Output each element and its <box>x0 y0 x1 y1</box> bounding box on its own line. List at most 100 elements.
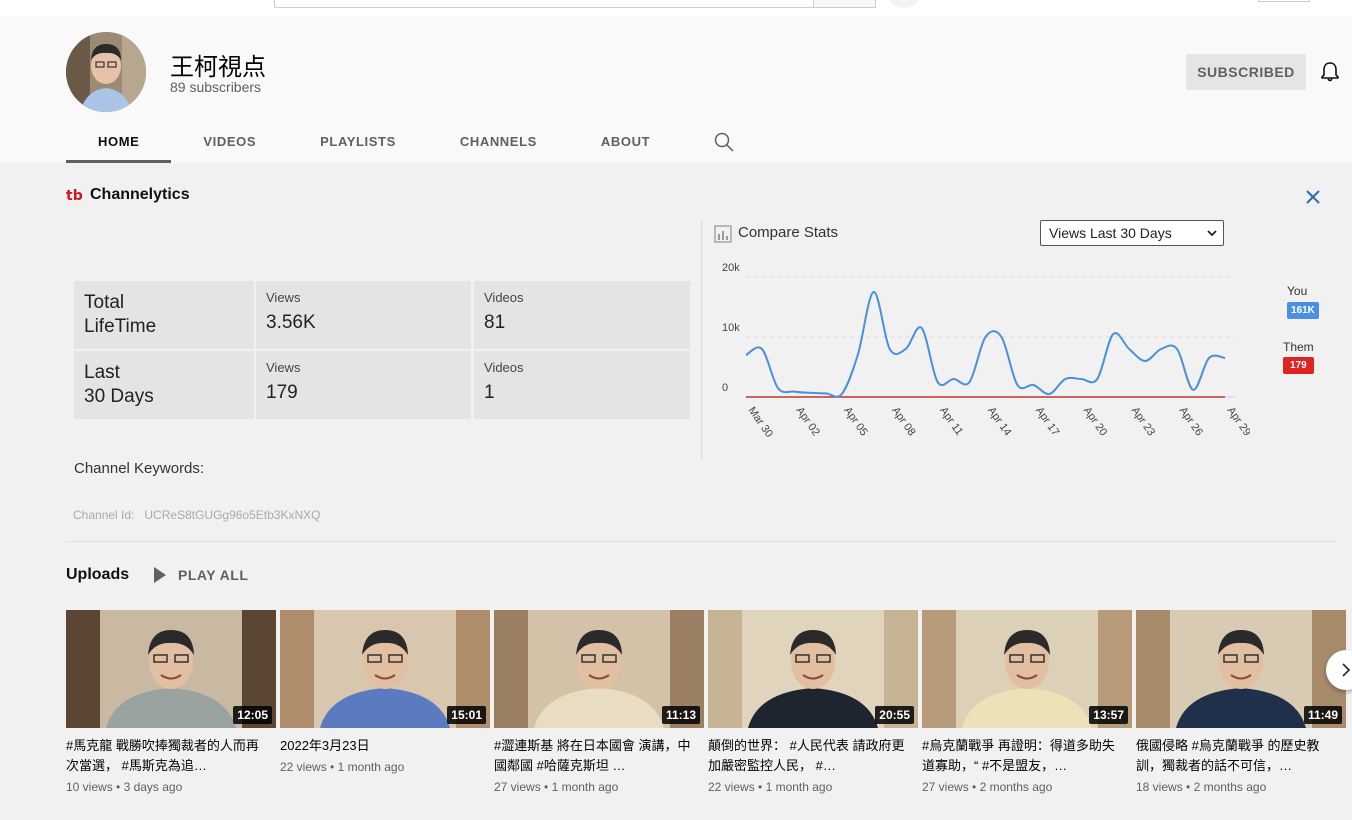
video-views: 27 views <box>494 780 541 794</box>
video-duration: 15:01 <box>447 706 486 724</box>
video-duration: 12:05 <box>233 706 272 724</box>
video-views: 22 views <box>708 780 755 794</box>
channelytics-logo: tb <box>66 188 83 204</box>
stat-label: Videos <box>484 290 524 305</box>
video-card[interactable]: 20:55 顛倒的世界： #人民代表 請政府更加嚴密監控人民， #… 22 view… <box>708 610 918 794</box>
legend-them-label: Them <box>1283 340 1314 354</box>
channel-id: Channel Id: UCReS8tGUGg96o5Etb3KxNXQ <box>73 508 320 522</box>
play-all-button[interactable]: PLAY ALL <box>152 566 248 584</box>
video-thumbnail[interactable]: 12:05 <box>66 610 276 728</box>
channelytics-title: Channelytics <box>90 186 190 203</box>
video-views: 18 views <box>1136 780 1183 794</box>
uploads-title[interactable]: Uploads <box>66 566 129 584</box>
stat-last30-title: Last 30 Days <box>74 351 254 419</box>
search-button[interactable] <box>813 0 876 8</box>
x-tick-label: Apr 29 <box>1225 405 1250 438</box>
stat-value: 179 <box>266 382 298 403</box>
video-title[interactable]: 顛倒的世界： #人民代表 請政府更加嚴密監控人民， #… <box>708 736 910 776</box>
stat-last30-line2: 30 Days <box>84 386 154 407</box>
stat-last30-views: Views 179 <box>256 351 471 419</box>
x-tick-label: Apr 20 <box>1081 405 1109 438</box>
video-card[interactable]: 15:01 2022年3月23日 22 views • 1 month ago <box>280 610 490 774</box>
tab-channels[interactable]: CHANNELS <box>428 120 569 163</box>
stat-lifetime-title: Total LifeTime <box>74 281 254 349</box>
channel-avatar[interactable] <box>66 32 146 112</box>
channel-header: 王柯視点 89 subscribers SUBSCRIBED HOME VIDE… <box>0 16 1352 163</box>
chevron-down-icon <box>1207 230 1217 237</box>
stat-lifetime-line2: LifeTime <box>84 316 157 337</box>
y-tick-label: 10k <box>722 322 740 334</box>
video-thumbnail[interactable]: 11:49 <box>1136 610 1346 728</box>
close-icon[interactable] <box>1304 188 1322 206</box>
video-thumbnail[interactable]: 13:57 <box>922 610 1132 728</box>
play-icon <box>154 567 166 583</box>
channel-search-icon[interactable] <box>714 132 734 152</box>
tab-about[interactable]: ABOUT <box>569 120 682 163</box>
video-title[interactable]: #澀連斯基 將在日本國會 演講，中國鄰國 #哈薩克斯坦 … <box>494 736 696 776</box>
video-views: 22 views <box>280 760 327 774</box>
stat-label: Views <box>266 360 301 375</box>
x-tick-label: Apr 14 <box>985 405 1013 438</box>
video-card[interactable]: 13:57 #烏克蘭戰爭 再證明：得道多助失道寡助，“ #不是盟友，… 27 vie… <box>922 610 1132 794</box>
x-tick-label: Apr 23 <box>1129 405 1157 438</box>
bar-chart-icon <box>714 225 732 243</box>
tab-playlists[interactable]: PLAYLISTS <box>288 120 428 163</box>
stat-label: Views <box>266 290 301 305</box>
series-line-you <box>745 290 1226 398</box>
video-meta: 27 views • 1 month ago <box>494 780 619 794</box>
video-meta: 22 views • 1 month ago <box>280 760 405 774</box>
stat-lifetime-videos: Videos 81 <box>474 281 690 349</box>
compare-stats-chart: 20k 10k 0 Mar 30 Apr 02 Apr 05 Apr 08 Apr 11 Apr… <box>722 262 1250 440</box>
channel-id-label: Channel Id: <box>73 508 135 522</box>
account-menu[interactable] <box>1258 0 1310 2</box>
period-select[interactable]: Views Last 30 Days <box>1040 220 1224 246</box>
video-title[interactable]: #馬克龍 戰勝吹捧獨裁者的人而再次當選， #馬斯克為追… <box>66 736 268 776</box>
video-thumbnail[interactable]: 11:13 <box>494 610 704 728</box>
play-all-label: PLAY ALL <box>178 567 249 583</box>
legend-you-value: 161K <box>1287 302 1319 319</box>
video-meta: 18 views • 2 months ago <box>1136 780 1267 794</box>
period-select-value: Views Last 30 Days <box>1049 225 1172 241</box>
video-card[interactable]: 11:13 #澀連斯基 將在日本國會 演講，中國鄰國 #哈薩克斯坦 … 27 vie… <box>494 610 704 794</box>
notification-bell-icon[interactable] <box>1318 60 1342 84</box>
tab-home[interactable]: HOME <box>66 120 172 163</box>
video-card[interactable]: 12:05 #馬克龍 戰勝吹捧獨裁者的人而再次當選， #馬斯克為追… 10 view… <box>66 610 276 794</box>
search-input[interactable] <box>274 0 814 8</box>
video-duration: 13:57 <box>1089 706 1128 724</box>
video-duration: 11:49 <box>1303 706 1342 724</box>
tab-videos[interactable]: VIDEOS <box>171 120 288 163</box>
video-age: 2 months ago <box>1193 780 1267 794</box>
video-meta: 27 views • 2 months ago <box>922 780 1053 794</box>
video-age: 3 days ago <box>123 780 183 794</box>
video-age: 1 month ago <box>551 780 619 794</box>
x-tick-label: Apr 05 <box>841 405 869 438</box>
video-age: 1 month ago <box>765 780 833 794</box>
video-thumbnail[interactable]: 15:01 <box>280 610 490 728</box>
video-meta: 10 views • 3 days ago <box>66 780 183 794</box>
video-meta: 22 views • 1 month ago <box>708 780 833 794</box>
video-card[interactable]: 11:49 俄國侵略 #烏克蘭戰爭 的歷史教訓，獨裁者的話不可信，… 18 view… <box>1136 610 1346 794</box>
channel-keywords-label: Channel Keywords: <box>74 460 205 477</box>
y-tick-label: 0 <box>722 382 728 394</box>
channel-name: 王柯視点 <box>170 54 266 81</box>
video-thumbnail[interactable]: 20:55 <box>708 610 918 728</box>
video-title[interactable]: #烏克蘭戰爭 再證明：得道多助失道寡助，“ #不是盟友，… <box>922 736 1124 776</box>
video-views: 27 views <box>922 780 969 794</box>
subscriber-count: 89 subscribers <box>170 79 262 95</box>
stat-last30-videos: Videos 1 <box>474 351 690 419</box>
subscribed-button[interactable]: SUBSCRIBED <box>1186 54 1306 90</box>
video-title[interactable]: 俄國侵略 #烏克蘭戰爭 的歷史教訓，獨裁者的話不可信，… <box>1136 736 1338 776</box>
stat-value: 1 <box>484 382 495 403</box>
x-tick-label: Apr 11 <box>937 405 965 438</box>
video-views: 10 views <box>66 780 113 794</box>
x-tick-label: Mar 30 <box>746 405 775 440</box>
stat-label: Videos <box>484 360 524 375</box>
y-tick-label: 20k <box>722 262 740 274</box>
panel-divider <box>66 541 1336 542</box>
stat-last30-line1: Last <box>84 362 120 383</box>
video-duration: 20:55 <box>875 706 914 724</box>
compare-stats-title: Compare Stats <box>738 224 839 241</box>
legend-you-label: You <box>1287 284 1308 298</box>
stat-value: 81 <box>484 312 506 333</box>
video-age: 1 month ago <box>337 760 405 774</box>
